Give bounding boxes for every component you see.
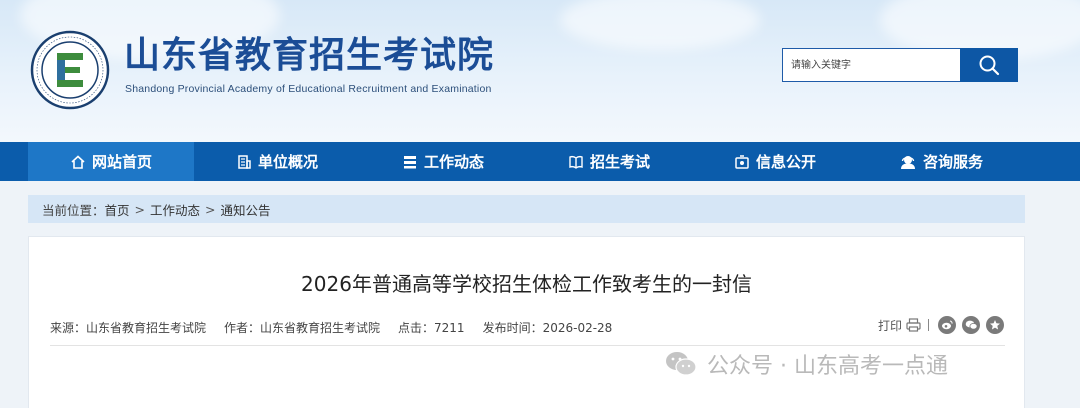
breadcrumb-separator: >: [205, 201, 216, 217]
breadcrumb-prefix: 当前位置：: [42, 202, 105, 218]
tools-divider: [928, 319, 929, 331]
weibo-share-icon[interactable]: [938, 316, 956, 334]
watermark-text: 公众号 · 山东高考一点通: [707, 354, 948, 379]
article-title: 2026年普通高等学校招生体检工作致考生的一封信: [301, 272, 752, 296]
nav-item-news[interactable]: 工作动态: [360, 142, 526, 181]
nav-item-consult[interactable]: 咨询服务: [858, 142, 1024, 181]
list-icon: [403, 155, 416, 168]
site-subtitle: Shandong Provincial Academy of Education…: [125, 83, 492, 95]
building-icon: [238, 154, 251, 169]
article-clicks: 点击：7211: [398, 321, 465, 335]
watermark: 公众号 · 山东高考一点通: [665, 348, 948, 380]
site-header: 山东省教育招生考试院 Shandong Provincial Academy o…: [0, 0, 1080, 142]
article-meta: 来源：山东省教育招生考试院 作者：山东省教育招生考试院 点击：7211 发布时间…: [50, 319, 630, 336]
nav-item-label: 单位概况: [257, 153, 318, 171]
nav-item-label: 咨询服务: [922, 153, 983, 171]
nav-item-exams[interactable]: 招生考试: [526, 142, 692, 181]
decorative-cloud: [560, 0, 760, 50]
nav-item-label: 工作动态: [423, 153, 484, 171]
printer-icon[interactable]: [906, 318, 921, 332]
nav-item-home[interactable]: 网站首页: [28, 142, 194, 181]
favorite-star-icon[interactable]: [986, 316, 1004, 334]
nav-item-label: 信息公开: [755, 153, 816, 171]
article-date: 发布时间：2026-02-28: [482, 321, 613, 335]
nav-item-disclosure[interactable]: 信息公开: [692, 142, 858, 181]
article-panel: 2026年普通高等学校招生体检工作致考生的一封信 来源：山东省教育招生考试院 作…: [28, 236, 1025, 408]
wechat-icon: [666, 352, 697, 376]
article-tools: 打印: [878, 316, 1004, 334]
breadcrumb-notices[interactable]: 通知公告: [221, 200, 271, 219]
article-author: 作者：山东省教育招生考试院: [224, 321, 381, 335]
search-icon: [979, 55, 1000, 76]
print-button[interactable]: 打印: [878, 317, 902, 334]
breadcrumb: 当前位置： 首页 > 工作动态 > 通知公告: [28, 195, 1025, 223]
search-box: [782, 48, 1018, 82]
main-nav: 网站首页 单位概况 工作动态 招生考试 信息公开 咨询服务: [0, 142, 1080, 181]
search-button[interactable]: [960, 48, 1018, 82]
search-input[interactable]: [782, 48, 960, 82]
meta-divider: [50, 345, 1005, 346]
headset-icon: [900, 155, 915, 169]
nav-item-label: 网站首页: [91, 153, 152, 171]
article-source: 来源：山东省教育招生考试院: [50, 321, 207, 335]
book-icon: [569, 155, 583, 169]
wechat-share-icon[interactable]: [962, 316, 980, 334]
home-icon: [71, 154, 85, 169]
nav-item-about[interactable]: 单位概况: [194, 142, 360, 181]
site-title: 山东省教育招生考试院: [124, 35, 495, 76]
breadcrumb-home[interactable]: 首页: [105, 200, 130, 219]
site-logo[interactable]: [30, 30, 110, 110]
breadcrumb-separator: >: [134, 201, 146, 217]
nav-item-label: 招生考试: [589, 153, 650, 171]
breadcrumb-news[interactable]: 工作动态: [150, 200, 200, 219]
id-card-icon: [735, 154, 749, 169]
